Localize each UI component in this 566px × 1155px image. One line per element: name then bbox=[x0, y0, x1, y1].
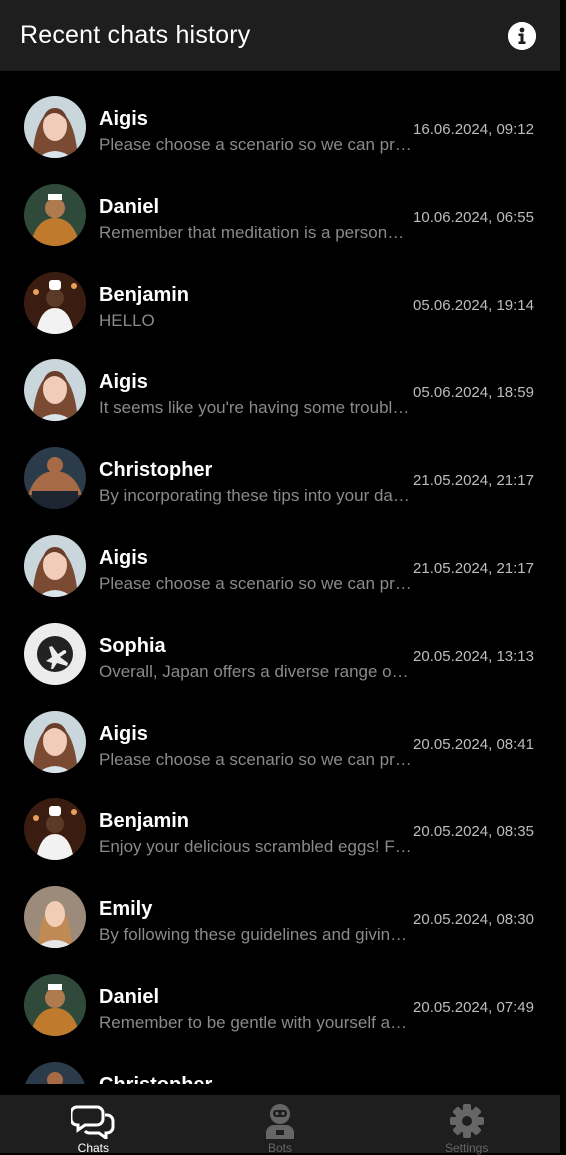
chat-list-item[interactable]: Benjamin HELLO 05.06.2024, 19:14 bbox=[0, 259, 560, 347]
chat-preview: It seems like you're having some trouble… bbox=[99, 398, 413, 418]
chat-preview: Remember to be gentle with yourself and … bbox=[99, 1013, 413, 1032]
chat-list-item[interactable]: Benjamin Enjoy your delicious scrambled e… bbox=[0, 785, 560, 873]
chat-timestamp: 20.05.2024, 13:13 bbox=[413, 647, 534, 665]
chat-preview: Remember that meditation is a personal p… bbox=[99, 222, 413, 242]
chat-name: Sophia bbox=[99, 634, 166, 657]
chat-timestamp: 16.06.2024, 09:12 bbox=[413, 121, 534, 138]
chat-preview: By incorporating these tips into your da… bbox=[99, 486, 413, 506]
chat-list-item[interactable]: Aigis Please choose a scenario so we can … bbox=[0, 698, 560, 786]
chat-preview: HELLO bbox=[99, 310, 155, 330]
chat-preview: Please choose a scenario so we can proce… bbox=[99, 574, 413, 593]
tab-chats[interactable]: Chats bbox=[0, 1095, 187, 1155]
chat-timestamp: 05.06.2024, 18:59 bbox=[413, 384, 534, 402]
avatar bbox=[24, 798, 86, 861]
chat-name: Christopher bbox=[99, 1074, 212, 1084]
chat-preview: By following these guidelines and giving… bbox=[99, 925, 413, 945]
avatar bbox=[24, 183, 86, 246]
chat-preview: Please choose a scenario so we can proce… bbox=[99, 135, 413, 154]
chat-list-item[interactable]: Sophia Overall, Japan offers a diverse ra… bbox=[0, 610, 560, 698]
avatar bbox=[24, 447, 86, 510]
right-edge bbox=[560, 0, 566, 1153]
chat-name: Daniel bbox=[99, 195, 160, 218]
chat-timestamp: 20.05.2024, 07:49 bbox=[413, 999, 534, 1016]
avatar bbox=[24, 96, 86, 158]
chat-list-item[interactable]: Aigis It seems like you're having some tr… bbox=[0, 346, 560, 434]
avatar bbox=[24, 710, 86, 773]
tab-settings[interactable]: Settings bbox=[373, 1095, 560, 1155]
chat-timestamp: 10.06.2024, 06:55 bbox=[413, 208, 534, 226]
chat-name: Aigis bbox=[99, 108, 148, 130]
bots-icon bbox=[266, 1104, 294, 1139]
chat-preview: Please choose a scenario so we can proce… bbox=[99, 749, 413, 769]
chat-list-item[interactable]: Christopher bbox=[0, 1049, 560, 1084]
chat-timestamp: 20.05.2024, 08:30 bbox=[413, 911, 534, 929]
tab-bots[interactable]: Bots bbox=[187, 1095, 374, 1155]
bottom-navigation: Chats Bots Settings bbox=[0, 1095, 560, 1155]
chat-name: Aigis bbox=[99, 547, 148, 569]
chat-list-item[interactable]: Aigis Please choose a scenario so we can … bbox=[0, 83, 560, 171]
info-icon[interactable] bbox=[508, 21, 536, 50]
chat-preview: Overall, Japan offers a diverse range of… bbox=[99, 661, 413, 681]
chat-timestamp: 21.05.2024, 21:17 bbox=[413, 560, 534, 577]
chat-list-item[interactable]: Daniel Remember to be gentle with yoursel… bbox=[0, 961, 560, 1049]
chat-name: Benjamin bbox=[99, 283, 190, 306]
avatar bbox=[24, 359, 86, 422]
avatar bbox=[24, 886, 86, 949]
chat-timestamp: 20.05.2024, 08:41 bbox=[413, 735, 534, 753]
avatar bbox=[24, 271, 86, 334]
chat-list-item[interactable]: Aigis Please choose a scenario so we can … bbox=[0, 522, 560, 610]
chat-name: Daniel bbox=[99, 986, 160, 1008]
chat-history-list[interactable]: Aigis Please choose a scenario so we can … bbox=[0, 71, 560, 1084]
avatar bbox=[24, 974, 86, 1036]
chat-list-item[interactable]: Daniel Remember that meditation is a pers… bbox=[0, 171, 560, 259]
chat-list-item[interactable]: Christopher By incorporating these tips i… bbox=[0, 434, 560, 522]
chat-timestamp: 20.05.2024, 08:35 bbox=[413, 823, 534, 841]
chat-name: Aigis bbox=[99, 371, 148, 394]
settings-icon bbox=[449, 1104, 484, 1138]
chat-name: Benjamin bbox=[99, 810, 190, 833]
app-header: Recent chats history bbox=[0, 0, 560, 71]
page-title: Recent chats history bbox=[20, 21, 251, 49]
avatar bbox=[24, 1061, 86, 1084]
chat-list-item[interactable]: Emily By following these guidelines and g… bbox=[0, 873, 560, 961]
chat-preview: Enjoy your delicious scrambled eggs! Fee… bbox=[99, 837, 413, 857]
chat-timestamp: 05.06.2024, 19:14 bbox=[413, 296, 534, 314]
avatar bbox=[24, 535, 86, 597]
chat-timestamp: 21.05.2024, 21:17 bbox=[413, 472, 534, 490]
chat-name: Aigis bbox=[99, 722, 148, 745]
chats-icon bbox=[71, 1105, 115, 1139]
chat-name: Christopher bbox=[99, 459, 213, 482]
chat-name: Emily bbox=[99, 898, 153, 921]
avatar bbox=[24, 622, 86, 685]
